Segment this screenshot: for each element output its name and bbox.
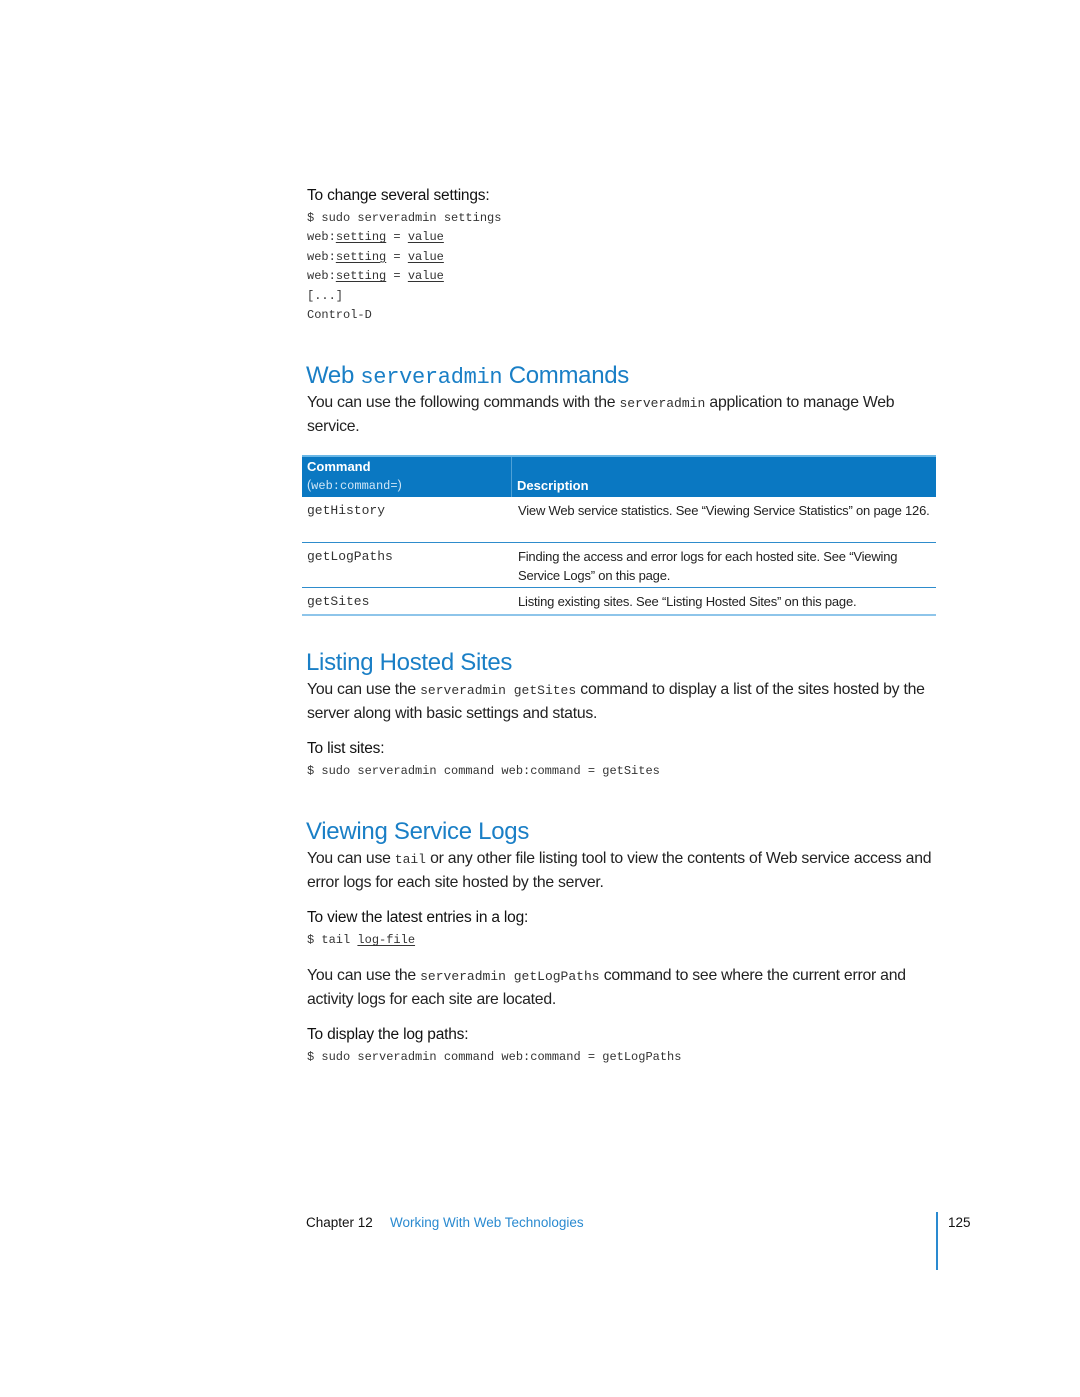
cell-description: View Web service statistics. See “Viewin…	[518, 503, 930, 518]
code-list-sites: $ sudo serveradmin command web:command =…	[307, 764, 660, 778]
footer-chapter-title[interactable]: Working With Web Technologies	[390, 1215, 584, 1230]
intro-text: You can use the	[307, 681, 421, 698]
header-command-sub: (web:command=)	[307, 478, 402, 493]
intro-code: serveradmin getSites	[420, 683, 577, 698]
header-description-title: Description	[517, 478, 589, 493]
code-block-settings: $ sudo serveradmin settings web:setting =…	[307, 209, 501, 325]
code-line: [...]	[307, 288, 344, 303]
code-line: web:setting = value	[307, 269, 444, 284]
header-col-command: Command (web:command=)	[302, 457, 510, 497]
logs-intro: You can use tail or any other file listi…	[307, 847, 937, 894]
table-row: getSites Listing existing sites. See “Li…	[302, 588, 936, 616]
intro-code: serveradmin getLogPaths	[420, 969, 600, 984]
heading-text: Web	[306, 362, 361, 389]
header-divider	[511, 457, 512, 497]
commands-table: Command (web:command=) Description getHi…	[302, 455, 936, 616]
intro-text: You can use the following commands with …	[307, 394, 620, 411]
logs-para2: You can use the serveradmin getLogPaths …	[307, 964, 937, 1011]
header-command-title: Command	[307, 459, 371, 474]
commands-intro: You can use the following commands with …	[307, 391, 937, 438]
intro-code: tail	[394, 852, 426, 867]
code-log-paths: $ sudo serveradmin command web:command =…	[307, 1050, 682, 1064]
cell-command: getLogPaths	[307, 549, 393, 564]
table-row: getHistory View Web service statistics. …	[302, 497, 936, 543]
cell-description: Finding the access and error logs for ea…	[518, 549, 898, 583]
code-line: web:setting = value	[307, 230, 444, 245]
heading-code: serveradmin	[360, 365, 503, 390]
code-line: web:setting = value	[307, 249, 444, 264]
intro-text: You can use	[307, 850, 395, 867]
code-tail: $ tail log-file	[307, 933, 416, 947]
footer-chapter-label: Chapter 12	[306, 1215, 373, 1230]
cell-command: getSites	[307, 594, 370, 609]
task-heading-list-sites: To list sites:	[307, 740, 385, 757]
intro-text: You can use the	[307, 967, 421, 984]
task-heading-view-log: To view the latest entries in a log:	[307, 909, 529, 926]
section-heading-listing: Listing Hosted Sites	[306, 649, 513, 676]
cell-description: Listing existing sites. See “Listing Hos…	[518, 594, 857, 609]
section-heading-commands: Web serveradmin Commands	[306, 362, 629, 390]
footer-divider	[936, 1212, 938, 1270]
heading-text: Commands	[502, 362, 630, 389]
cell-command: getHistory	[307, 503, 386, 518]
page-number: 125	[948, 1215, 971, 1230]
code-line: Control-D	[307, 308, 372, 323]
code-line: $ sudo serveradmin settings	[307, 211, 502, 225]
intro-code: serveradmin	[619, 396, 706, 411]
table-header: Command (web:command=) Description	[302, 455, 936, 497]
task-heading-change-settings: To change several settings:	[307, 187, 490, 204]
task-heading-log-paths: To display the log paths:	[307, 1026, 469, 1043]
listing-intro: You can use the serveradmin getSites com…	[307, 678, 937, 725]
table-row: getLogPaths Finding the access and error…	[302, 543, 936, 588]
section-heading-logs: Viewing Service Logs	[306, 818, 530, 845]
